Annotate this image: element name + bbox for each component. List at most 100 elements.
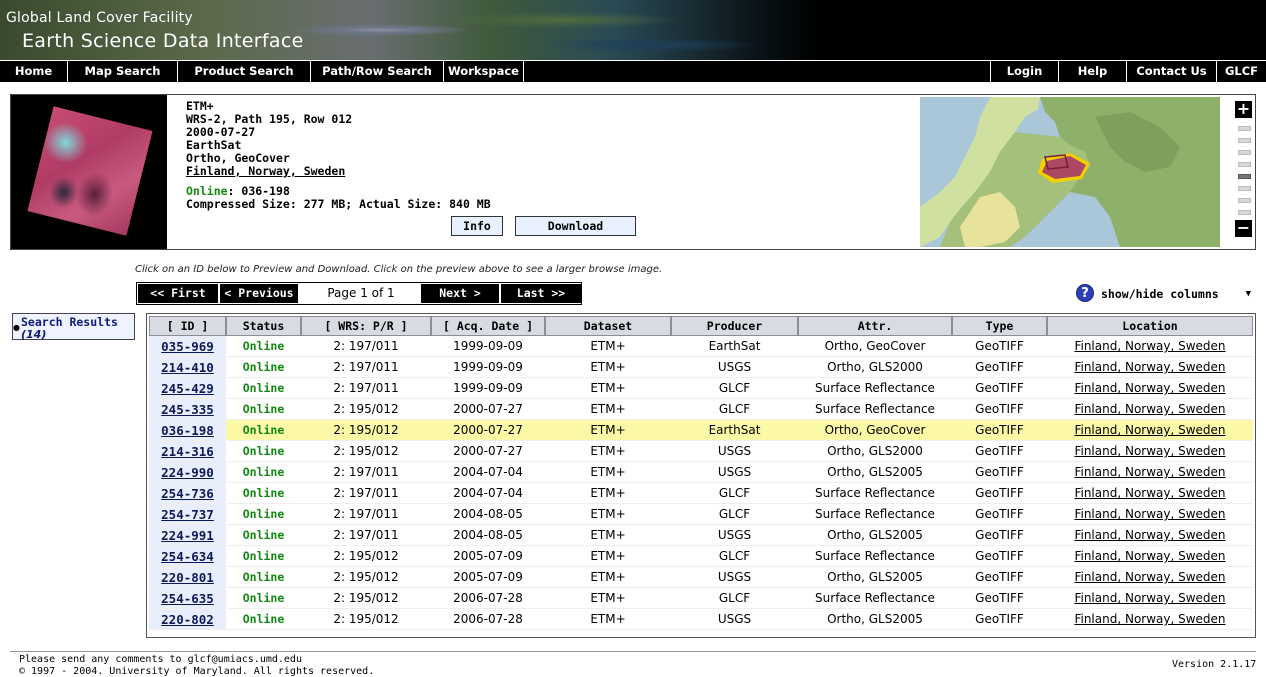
row-acq-date: 2004-07-04	[431, 483, 545, 504]
row-type: GeoTIFF	[952, 504, 1047, 525]
row-status: Online	[226, 525, 301, 546]
row-type: GeoTIFF	[952, 357, 1047, 378]
row-acq-date: 1999-09-09	[431, 357, 545, 378]
nav-contact-us[interactable]: Contact Us	[1126, 61, 1216, 82]
row-wrs: 2: 197/011	[301, 525, 431, 546]
nav-home[interactable]: Home	[0, 61, 67, 82]
download-button[interactable]: Download	[515, 216, 636, 236]
scene-browse-thumbnail[interactable]	[11, 95, 167, 249]
table-row: 245-335 Online 2: 195/012 2000-07-27 ETM+ GLC…	[149, 399, 1253, 420]
table-row: 214-316 Online 2: 195/012 2000-07-27 ETM+ USG…	[149, 441, 1253, 462]
table-row: 224-990 Online 2: 197/011 2004-07-04 ETM+ USG…	[149, 462, 1253, 483]
col-header-wrs[interactable]: [ WRS: P/R ]	[301, 316, 431, 336]
meta-id: 036-198	[241, 184, 290, 198]
row-id-link[interactable]: 224-990	[149, 462, 226, 483]
app-title: Earth Science Data Interface	[22, 30, 304, 52]
row-id-link[interactable]: 254-737	[149, 504, 226, 525]
row-wrs: 2: 195/012	[301, 588, 431, 609]
zoom-level-7[interactable]	[1238, 198, 1251, 203]
zoom-level-2[interactable]	[1238, 138, 1251, 143]
row-status: Online	[226, 399, 301, 420]
col-header-id[interactable]: [ ID ]	[149, 316, 226, 336]
row-attr: Surface Reflectance	[798, 483, 952, 504]
help-icon[interactable]: ?	[1076, 284, 1094, 302]
row-location-link[interactable]: Finland, Norway, Sweden	[1047, 399, 1253, 420]
row-id-link[interactable]: 254-634	[149, 546, 226, 567]
row-id-link[interactable]: 214-410	[149, 357, 226, 378]
row-status: Online	[226, 357, 301, 378]
row-location-link[interactable]: Finland, Norway, Sweden	[1047, 357, 1253, 378]
meta-location-link[interactable]: Finland, Norway, Sweden	[186, 164, 345, 178]
row-type: GeoTIFF	[952, 399, 1047, 420]
scandinavia-map	[920, 97, 1220, 247]
row-id-link[interactable]: 245-429	[149, 378, 226, 399]
table-row: 036-198 Online 2: 195/012 2000-07-27 ETM+ Ear…	[149, 420, 1253, 441]
next-page-button[interactable]: Next >	[421, 284, 499, 303]
row-id-link[interactable]: 214-316	[149, 441, 226, 462]
row-id-link[interactable]: 036-198	[149, 420, 226, 441]
row-status: Online	[226, 504, 301, 525]
row-location-link[interactable]: Finland, Norway, Sweden	[1047, 609, 1253, 630]
zoom-level-3[interactable]	[1238, 150, 1251, 155]
zoom-level-4[interactable]	[1238, 162, 1251, 167]
row-acq-date: 2006-07-28	[431, 609, 545, 630]
row-id-link[interactable]: 220-801	[149, 567, 226, 588]
table-row: 254-634 Online 2: 195/012 2005-07-09 ETM+ GLC…	[149, 546, 1253, 567]
first-page-button[interactable]: << First	[138, 284, 218, 303]
zoom-out-button[interactable]: −	[1235, 220, 1252, 237]
zoom-level-6[interactable]	[1238, 186, 1251, 191]
row-id-link[interactable]: 254-635	[149, 588, 226, 609]
row-location-link[interactable]: Finland, Norway, Sweden	[1047, 462, 1253, 483]
col-header-acq-date[interactable]: [ Acq. Date ]	[431, 316, 545, 336]
zoom-in-button[interactable]: +	[1235, 101, 1252, 118]
results-header-row: [ ID ] Status [ WRS: P/R ] [ Acq. Date ]…	[149, 316, 1253, 336]
row-location-link[interactable]: Finland, Norway, Sweden	[1047, 441, 1253, 462]
nav-map-search[interactable]: Map Search	[67, 61, 177, 82]
row-dataset: ETM+	[545, 588, 671, 609]
nav-workspace[interactable]: Workspace	[443, 61, 524, 82]
row-location-link[interactable]: Finland, Norway, Sweden	[1047, 546, 1253, 567]
row-location-link[interactable]: Finland, Norway, Sweden	[1047, 378, 1253, 399]
zoom-level-5[interactable]	[1238, 174, 1251, 179]
row-wrs: 2: 195/012	[301, 609, 431, 630]
row-dataset: ETM+	[545, 546, 671, 567]
nav-login[interactable]: Login	[990, 61, 1058, 82]
scene-metadata: ETM+ WRS-2, Path 195, Row 012 2000-07-27…	[186, 100, 491, 211]
zoom-level-8[interactable]	[1238, 210, 1251, 215]
instruction-text: Click on an ID below to Preview and Down…	[135, 264, 663, 275]
location-map[interactable]	[920, 97, 1220, 247]
row-location-link[interactable]: Finland, Norway, Sweden	[1047, 336, 1253, 357]
row-location-link[interactable]: Finland, Norway, Sweden	[1047, 483, 1253, 504]
nav-product-search[interactable]: Product Search	[177, 61, 310, 82]
row-id-link[interactable]: 224-991	[149, 525, 226, 546]
row-location-link[interactable]: Finland, Norway, Sweden	[1047, 420, 1253, 441]
table-row: 224-991 Online 2: 197/011 2004-08-05 ETM+ USG…	[149, 525, 1253, 546]
row-location-link[interactable]: Finland, Norway, Sweden	[1047, 525, 1253, 546]
row-attr: Ortho, GLS2005	[798, 567, 952, 588]
row-producer: USGS	[671, 567, 798, 588]
row-dataset: ETM+	[545, 336, 671, 357]
row-acq-date: 1999-09-09	[431, 336, 545, 357]
row-id-link[interactable]: 220-802	[149, 609, 226, 630]
previous-page-button[interactable]: < Previous	[220, 284, 298, 303]
table-row: 035-969 Online 2: 197/011 1999-09-09 ETM+ Ear…	[149, 336, 1253, 357]
row-producer: USGS	[671, 462, 798, 483]
show-hide-columns-select[interactable]: show/hide columns ▼	[1101, 284, 1255, 304]
row-wrs: 2: 197/011	[301, 483, 431, 504]
row-location-link[interactable]: Finland, Norway, Sweden	[1047, 588, 1253, 609]
zoom-level-1[interactable]	[1238, 126, 1251, 131]
row-location-link[interactable]: Finland, Norway, Sweden	[1047, 567, 1253, 588]
nav-glcf[interactable]: GLCF	[1216, 61, 1266, 82]
nav-help[interactable]: Help	[1058, 61, 1126, 82]
row-producer: GLCF	[671, 378, 798, 399]
last-page-button[interactable]: Last >>	[501, 284, 581, 303]
row-id-link[interactable]: 254-736	[149, 483, 226, 504]
row-location-link[interactable]: Finland, Norway, Sweden	[1047, 504, 1253, 525]
nav-path-row-search[interactable]: Path/Row Search	[310, 61, 443, 82]
chevron-down-icon: ▼	[1245, 289, 1251, 299]
row-status: Online	[226, 483, 301, 504]
row-id-link[interactable]: 245-335	[149, 399, 226, 420]
info-button[interactable]: Info	[451, 216, 503, 236]
sidebar-search-results[interactable]: ● Search Results (14)	[12, 313, 135, 341]
row-id-link[interactable]: 035-969	[149, 336, 226, 357]
